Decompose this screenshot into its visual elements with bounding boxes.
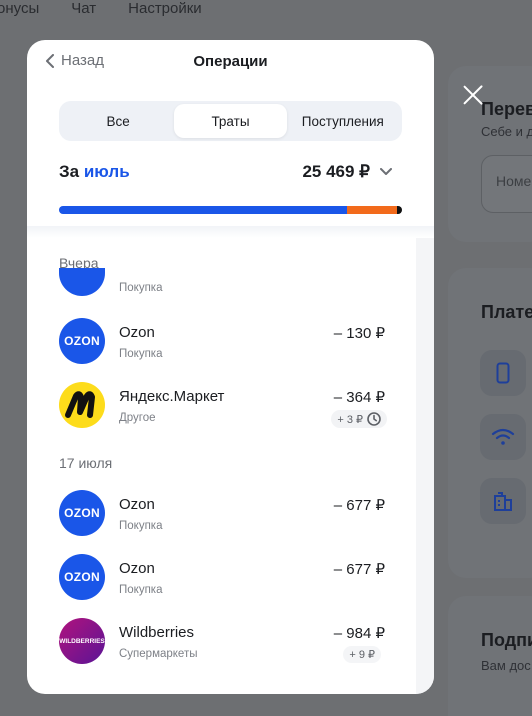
header-divider — [27, 226, 434, 238]
cashback-badge: + 3 ₽ — [331, 410, 387, 428]
wildberries-logo-icon: WILDBERRIES — [59, 618, 105, 664]
ozon-logo-icon: OZON — [59, 490, 105, 536]
operation-category: Покупка — [119, 282, 163, 294]
nav-item-chat: Чат — [71, 0, 97, 17]
operation-merchant: Ozon — [119, 496, 155, 513]
clock-icon — [367, 412, 381, 426]
spending-bar-segment — [346, 206, 397, 214]
background-card-subscriptions-subtitle: Вам дос — [481, 658, 531, 673]
ozon-logo-icon: OZON — [59, 318, 105, 364]
period-selector[interactable]: За июль — [59, 162, 130, 182]
period-month[interactable]: июль — [84, 162, 130, 181]
operations-list: Вчера Покупка OZON Ozon Покупка – 130 ₽ … — [27, 238, 417, 694]
operation-amount: – 984 ₽ — [333, 625, 385, 642]
period-prefix: За — [59, 162, 80, 181]
background-card-transfer-title: Перев — [481, 99, 532, 119]
operation-category: Супермаркеты — [119, 648, 198, 660]
ozon-logo-icon — [59, 268, 105, 296]
building-icon — [480, 478, 526, 524]
background-card-payments-title: Плате — [481, 302, 532, 322]
operation-row[interactable]: Покупка — [59, 268, 385, 318]
modal-title: Операции — [193, 53, 268, 70]
close-icon[interactable] — [460, 82, 486, 108]
operation-row[interactable]: WILDBERRIES Wildberries Супермаркеты – 9… — [59, 618, 385, 668]
cashback-amount: + 3 ₽ — [337, 413, 363, 426]
chevron-down-icon — [380, 168, 392, 175]
operation-category: Покупка — [119, 520, 163, 532]
operation-row[interactable]: OZON Ozon Покупка – 677 ₽ — [59, 554, 385, 604]
yandex-market-logo-icon — [59, 382, 105, 428]
spending-bar-segment — [59, 206, 347, 214]
operation-amount: – 677 ₽ — [333, 561, 385, 578]
wifi-icon — [480, 414, 526, 460]
operation-merchant: Яндекс.Маркет — [119, 388, 225, 405]
tab-income[interactable]: Поступления — [287, 104, 399, 138]
group-label-july-17: 17 июля — [59, 455, 113, 471]
operations-modal: Назад Операции Все Траты Поступления За … — [27, 40, 434, 694]
background-nav: онусы Чат Настройки — [0, 0, 532, 20]
background-phone-input: Номе — [481, 155, 532, 213]
cashback-amount: + 9 ₽ — [349, 649, 375, 661]
spending-breakdown-bar — [59, 206, 402, 214]
operation-merchant: Wildberries — [119, 624, 195, 641]
cashback-badge: + 9 ₽ — [343, 646, 381, 663]
tab-expenses[interactable]: Траты — [174, 104, 287, 138]
background-card-subscriptions — [448, 596, 532, 716]
tab-all[interactable]: Все — [62, 104, 174, 138]
operation-row[interactable]: OZON Ozon Покупка – 130 ₽ — [59, 318, 385, 368]
list-scrollbar[interactable] — [416, 238, 434, 694]
operation-amount: – 677 ₽ — [333, 497, 385, 514]
operation-category: Другое — [119, 412, 156, 424]
spending-bar-segment — [396, 206, 402, 214]
operation-row[interactable]: OZON Ozon Покупка – 677 ₽ — [59, 490, 385, 540]
operation-row[interactable]: Яндекс.Маркет Другое – 364 ₽ + 3 ₽ — [59, 382, 387, 432]
operations-filter-tabs: Все Траты Поступления — [59, 101, 402, 141]
background-card-subscriptions-title: Подпи — [481, 630, 532, 650]
operation-merchant: Ozon — [119, 560, 155, 577]
nav-item-settings: Настройки — [128, 0, 202, 17]
phone-icon — [480, 350, 526, 396]
total-amount[interactable]: 25 469 ₽ — [302, 162, 392, 182]
operation-amount: – 364 ₽ — [333, 389, 385, 406]
operation-category: Покупка — [119, 348, 163, 360]
operation-amount: – 130 ₽ — [333, 325, 385, 342]
nav-item-bonuses: онусы — [0, 0, 40, 17]
total-value: 25 469 ₽ — [302, 162, 370, 181]
background-card-transfer-subtitle: Себе и д — [481, 124, 532, 139]
operation-merchant: Ozon — [119, 324, 155, 341]
ozon-logo-icon: OZON — [59, 554, 105, 600]
operation-category: Покупка — [119, 584, 163, 596]
